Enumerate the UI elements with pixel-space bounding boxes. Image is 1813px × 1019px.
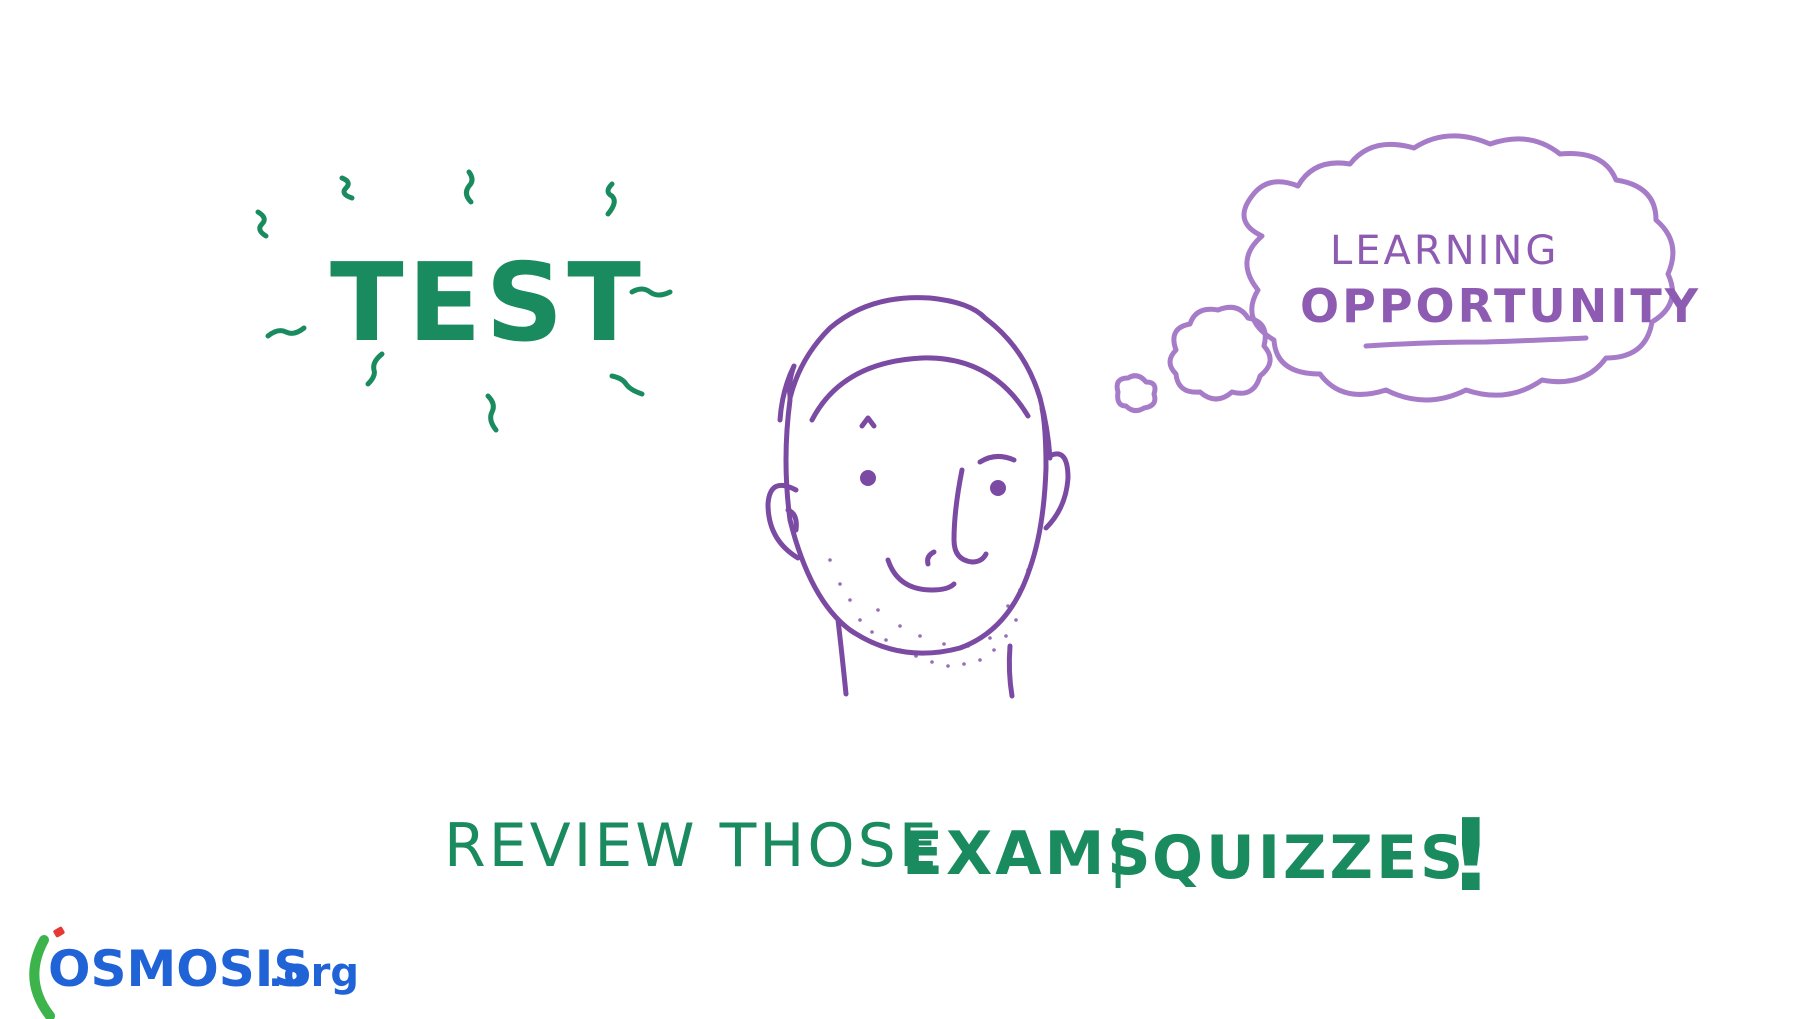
opportunity-text: OPPORTUNITY — [1300, 279, 1701, 333]
test-word: TEST — [330, 241, 645, 366]
thought-text: LEARNING OPPORTUNITY — [1300, 228, 1701, 333]
squiggle-ray — [255, 209, 269, 239]
caption-separator: | — [1108, 819, 1131, 889]
squiggle-ray — [605, 181, 617, 217]
caption: REVIEW THOSE EXAMS | QUIZZES ! — [444, 797, 1497, 914]
caption-quizzes: QUIZZES — [1152, 823, 1466, 893]
small-thought-puff — [1114, 373, 1158, 414]
squiggle-ray — [265, 325, 307, 339]
squiggle-ray — [485, 393, 499, 433]
whiteboard-scene: TEST LEARNING OPPORTUNITY REVIEW THOSE E… — [29, 133, 1701, 1019]
left-eye — [860, 470, 876, 486]
squiggle-ray — [609, 373, 645, 397]
squiggle-ray — [339, 175, 355, 201]
learning-text: LEARNING — [1330, 228, 1559, 274]
squiggle-ray — [463, 169, 475, 205]
caption-exclamation: ! — [1448, 797, 1497, 914]
opportunity-underline — [1363, 335, 1589, 349]
face-eyes — [860, 470, 1006, 496]
logo-org-text: .org — [268, 950, 359, 996]
osmosis-logo: OSMOSIS .org — [29, 926, 359, 1019]
caption-review-those: REVIEW THOSE — [444, 811, 940, 881]
test-headline-group: TEST — [255, 169, 673, 433]
logo-red-mark-icon — [53, 926, 65, 938]
smiling-man-face-icon — [765, 295, 1071, 699]
right-eye — [990, 480, 1006, 496]
